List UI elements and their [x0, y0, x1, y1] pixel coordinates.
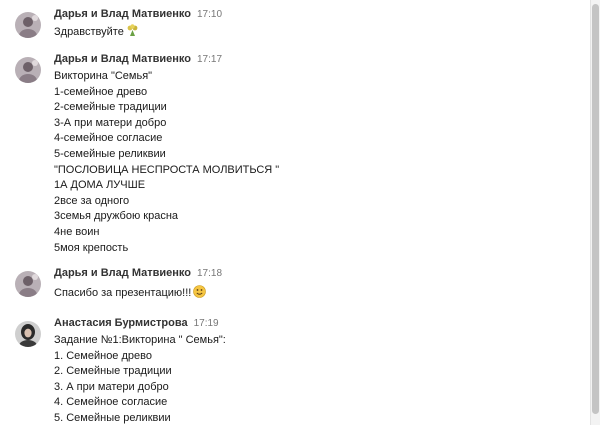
message-line: 3семья дружбою красна	[54, 210, 179, 223]
author-name: Анастасия Бурмистрова	[54, 317, 188, 329]
message-author: Дарья и Влад Матвиенко 17:17	[54, 53, 222, 65]
message-line: 4не воин	[54, 225, 100, 238]
chat-feed: Дарья и Влад Матвиенко 17:10 Здравствуйте…	[0, 0, 590, 425]
avatar[interactable]	[15, 271, 41, 297]
author-name: Дарья и Влад Матвиенко	[54, 8, 191, 20]
message-line: 1А ДОМА ЛУЧШЕ	[54, 179, 146, 192]
message-line: 5моя крепость	[54, 241, 129, 254]
message-line: 2-семейные традиции	[54, 101, 167, 114]
message-time: 17:18	[196, 268, 223, 279]
smiling-face-icon	[193, 285, 207, 298]
message-line: 5-семейные реликвии	[54, 147, 166, 160]
message-body: Задание №1:Викторина " Семья": 1. Семейн…	[54, 333, 226, 425]
message-body: Викторина "Семья" 1-семейное древо 2-сем…	[54, 69, 279, 256]
scrollbar[interactable]	[590, 0, 600, 425]
message-line: 4-семейное согласие	[54, 132, 163, 145]
scrollbar-thumb[interactable]	[592, 4, 599, 414]
flower-bouquet-icon	[126, 24, 139, 37]
message-time: 17:17	[196, 54, 223, 65]
message-author: Дарья и Влад Матвиенко 17:18	[54, 267, 222, 279]
avatar[interactable]	[15, 12, 41, 38]
message-line: Викторина "Семья"	[54, 70, 153, 82]
message-body: Здравствуйте	[54, 24, 139, 40]
message-author: Дарья и Влад Матвиенко 17:10	[54, 8, 222, 20]
message-line: 2все за одного	[54, 194, 130, 207]
message-line: 1-семейное древо	[54, 85, 148, 98]
avatar[interactable]	[15, 57, 41, 83]
message-line: Здравствуйте	[54, 24, 139, 40]
message-line: 3-А при матери добро	[54, 116, 167, 129]
message-line: 4. Семейное согласие	[54, 396, 168, 409]
message-author: Анастасия Бурмистрова 17:19	[54, 317, 219, 329]
message-line: 2. Семейные традиции	[54, 365, 172, 378]
message-time: 17:10	[196, 9, 223, 20]
message-line: 3. А при матери добро	[54, 380, 169, 393]
message-line: Спасибо за презентацию!!!	[54, 285, 207, 301]
message-line: Задание №1:Викторина " Семья":	[54, 334, 226, 346]
message-line: 5. Семейные реликвии	[54, 411, 171, 424]
message-line: 1. Семейное древо	[54, 349, 152, 362]
avatar[interactable]	[15, 321, 41, 347]
author-name: Дарья и Влад Матвиенко	[54, 53, 191, 65]
message-body: Спасибо за презентацию!!!	[54, 285, 207, 301]
message-time: 17:19	[193, 318, 219, 329]
message-line: "ПОСЛОВИЦА НЕСПРОСТА МОЛВИТЬСЯ "	[54, 163, 280, 176]
author-name: Дарья и Влад Матвиенко	[54, 267, 191, 279]
